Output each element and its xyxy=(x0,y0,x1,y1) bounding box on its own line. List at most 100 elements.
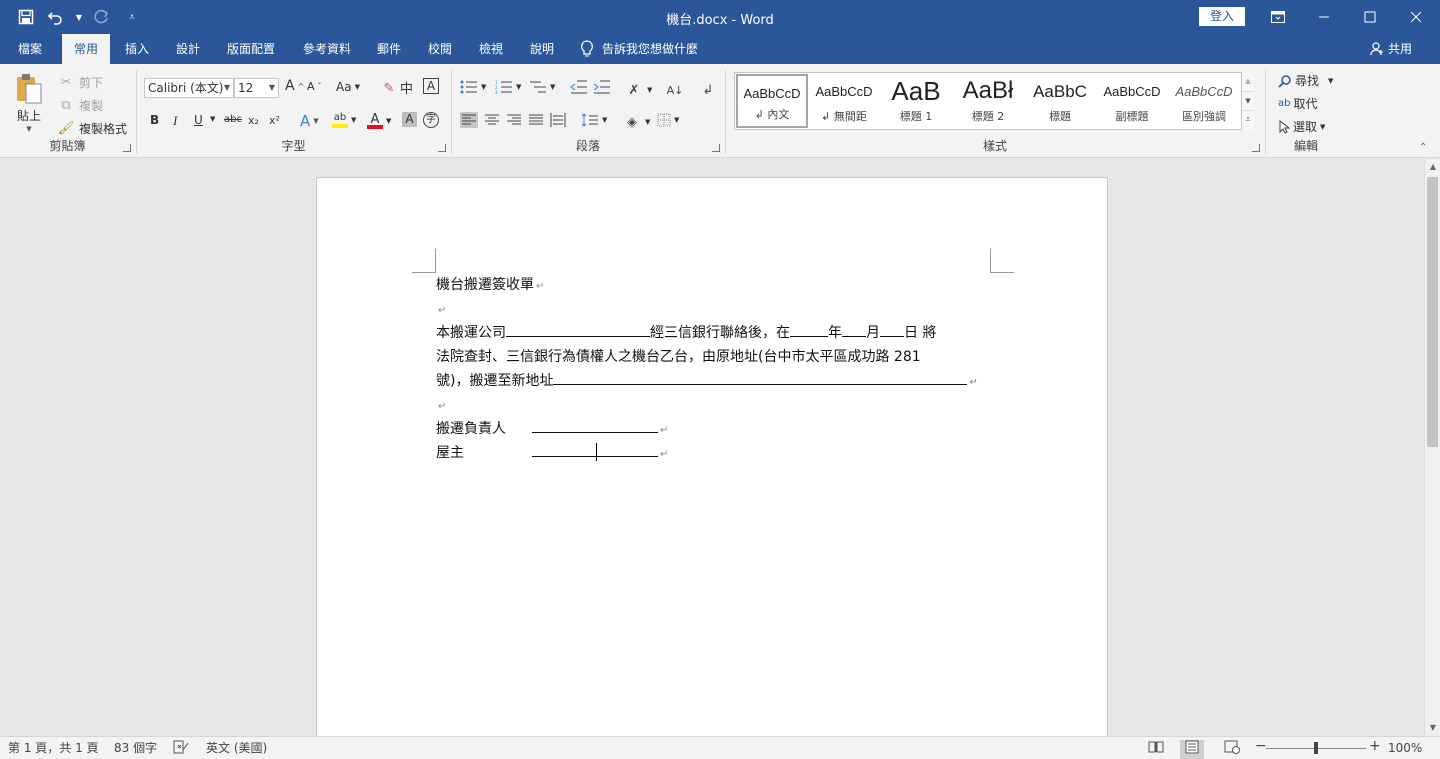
italic-button[interactable]: I xyxy=(173,113,177,129)
bullets-button[interactable]: ▼ xyxy=(460,80,486,94)
zoom-out-icon[interactable]: − xyxy=(1255,738,1267,755)
superscript-button[interactable]: x² xyxy=(269,114,280,127)
paste-dropdown-icon[interactable]: ▼ xyxy=(26,125,31,133)
fill-in-blank[interactable] xyxy=(790,323,828,337)
tab-layout[interactable]: 版面配置 xyxy=(215,34,287,64)
word-count[interactable]: 83 個字 xyxy=(114,740,157,757)
body-line-1[interactable]: 本搬運公司 經三信銀行聯絡後，在 年 月 日 將 xyxy=(436,323,936,343)
tab-home[interactable]: 常用 xyxy=(62,34,111,64)
styles-launcher-icon[interactable] xyxy=(1252,144,1260,152)
paragraph-launcher-icon[interactable] xyxy=(712,144,720,152)
borders-button[interactable]: ▼ xyxy=(657,113,679,127)
body-line-3[interactable]: 號)，搬遷至新地址 ↵ xyxy=(436,371,978,393)
signature-blank[interactable] xyxy=(532,443,658,457)
chevron-up-icon[interactable]: ▲ xyxy=(1242,72,1254,91)
find-button[interactable]: 尋找 ▼ xyxy=(1278,72,1333,89)
zoom-slider-thumb[interactable] xyxy=(1314,742,1318,754)
bold-button[interactable]: B xyxy=(150,113,159,127)
tab-view[interactable]: 檢視 xyxy=(467,34,515,64)
minimize-icon[interactable] xyxy=(1301,0,1347,34)
subscript-button[interactable]: x₂ xyxy=(248,114,259,127)
paste-button[interactable]: 貼上 ▼ xyxy=(14,72,44,133)
zoom-in-icon[interactable]: + xyxy=(1369,738,1381,755)
enclose-characters-button[interactable]: 字 xyxy=(423,112,439,128)
tab-design[interactable]: 設計 xyxy=(164,34,212,64)
justify-button[interactable] xyxy=(528,113,544,127)
tab-help[interactable]: 說明 xyxy=(518,34,566,64)
increase-indent-button[interactable] xyxy=(593,80,611,94)
login-button[interactable]: 登入 xyxy=(1199,7,1245,26)
body-line-2[interactable]: 法院查封、三信銀行為債權人之機台乙台，由原地址(台中市太平區成功路 281 xyxy=(436,347,921,367)
fill-in-blank[interactable] xyxy=(842,323,866,337)
scroll-up-icon[interactable]: ▲ xyxy=(1425,159,1440,175)
fill-in-blank[interactable] xyxy=(880,323,904,337)
tab-review[interactable]: 校閱 xyxy=(416,34,464,64)
share-button[interactable]: 共用 xyxy=(1370,34,1412,64)
web-layout-icon[interactable] xyxy=(1224,740,1240,759)
shrink-font-button[interactable]: Aˇ xyxy=(307,80,322,93)
empty-paragraph[interactable]: ↵ xyxy=(436,395,446,417)
fill-in-blank[interactable] xyxy=(506,323,650,337)
scroll-down-icon[interactable]: ▼ xyxy=(1425,720,1440,736)
language-indicator[interactable]: 英文 (美國) xyxy=(206,740,267,757)
more-styles-icon[interactable]: ⩡ xyxy=(1242,110,1254,128)
clipboard-launcher-icon[interactable] xyxy=(123,144,131,152)
signature-blank[interactable] xyxy=(532,419,658,433)
cut-button[interactable]: ✂ 剪下 xyxy=(56,72,103,92)
scroll-thumb[interactable] xyxy=(1427,177,1438,447)
align-center-button[interactable] xyxy=(484,113,500,127)
fill-in-blank[interactable] xyxy=(553,371,968,385)
show-hide-marks-button[interactable]: ↲ xyxy=(698,80,718,100)
asian-layout-button[interactable]: ✗ ▼ xyxy=(624,80,653,100)
page-count[interactable]: 第 1 頁，共 1 頁 xyxy=(8,740,99,757)
font-size-dropdown[interactable]: 12 ▼ xyxy=(234,78,279,98)
align-left-button[interactable] xyxy=(460,112,478,128)
signature-line-owner[interactable]: 屋主 ↵ xyxy=(436,443,668,465)
decrease-indent-button[interactable] xyxy=(570,80,588,94)
replace-button[interactable]: ab 取代 xyxy=(1278,95,1318,112)
ribbon-display-options-icon[interactable] xyxy=(1255,0,1301,34)
chevron-down-icon[interactable]: ▼ xyxy=(1242,91,1254,110)
vertical-scrollbar[interactable]: ▲ ▼ xyxy=(1424,159,1440,736)
empty-paragraph[interactable]: ↵ xyxy=(436,299,446,321)
change-case-button[interactable]: Aa ▼ xyxy=(336,80,360,94)
shading-button[interactable]: ◈ ▼ xyxy=(622,112,650,132)
tab-mailings[interactable]: 郵件 xyxy=(365,34,413,64)
print-layout-icon[interactable] xyxy=(1180,740,1204,759)
phonetic-guide-button[interactable]: 中 xyxy=(400,78,413,97)
tab-references[interactable]: 參考資料 xyxy=(291,34,363,64)
format-painter-button[interactable]: 🖌 複製格式 xyxy=(56,118,127,138)
grow-font-button[interactable]: A ^ xyxy=(285,78,304,94)
character-border-button[interactable]: A xyxy=(423,78,439,94)
style-subtle-emphasis[interactable]: AaBbCcD 區別強調 xyxy=(1168,74,1240,128)
font-launcher-icon[interactable] xyxy=(438,144,446,152)
character-shading-button[interactable]: A xyxy=(402,112,417,127)
sort-button[interactable]: A↓ xyxy=(665,80,685,100)
highlight-button[interactable]: ab ▼ xyxy=(332,112,356,128)
underline-dropdown-icon[interactable]: ▼ xyxy=(210,115,215,123)
copy-button[interactable]: ⧉ 複製 xyxy=(56,95,103,115)
tab-file[interactable]: 檔案 xyxy=(6,34,54,64)
underline-button[interactable]: U xyxy=(194,113,203,127)
select-button[interactable]: 選取 ▼ xyxy=(1278,118,1325,135)
font-name-dropdown[interactable]: Calibri (本文) ▼ xyxy=(144,78,234,98)
collapse-ribbon-icon[interactable]: ⌃ xyxy=(1419,142,1427,153)
style-subtitle[interactable]: AaBbCcD 副標題 xyxy=(1096,74,1168,128)
close-icon[interactable] xyxy=(1393,0,1439,34)
zoom-level[interactable]: 100% xyxy=(1388,740,1422,757)
proofing-icon[interactable] xyxy=(173,740,189,759)
read-mode-icon[interactable] xyxy=(1148,740,1164,759)
style-heading-1[interactable]: AaB 標題 1 xyxy=(880,74,952,128)
style-heading-2[interactable]: AaBł 標題 2 xyxy=(952,74,1024,128)
strikethrough-button[interactable]: abc xyxy=(224,114,242,125)
styles-gallery-scroll[interactable]: ▲ ▼ ⩡ xyxy=(1241,72,1254,130)
align-right-button[interactable] xyxy=(506,113,522,127)
clear-formatting-button[interactable]: ✎ xyxy=(379,78,399,98)
style-normal[interactable]: AaBbCcD ↲ 內文 xyxy=(736,74,808,128)
document-workspace[interactable]: 機台搬遷簽收單 ↵ ↵ 本搬運公司 經三信銀行聯絡後，在年月日 將 法院查封、三信銀… xyxy=(0,159,1424,736)
distributed-button[interactable] xyxy=(550,113,566,127)
style-no-spacing[interactable]: AaBbCcD ↲ 無間距 xyxy=(808,74,880,128)
tell-me-search[interactable]: 告訴我您想做什麼 xyxy=(580,34,698,64)
tab-insert[interactable]: 插入 xyxy=(113,34,161,64)
style-title[interactable]: AaBbC 標題 xyxy=(1024,74,1096,128)
